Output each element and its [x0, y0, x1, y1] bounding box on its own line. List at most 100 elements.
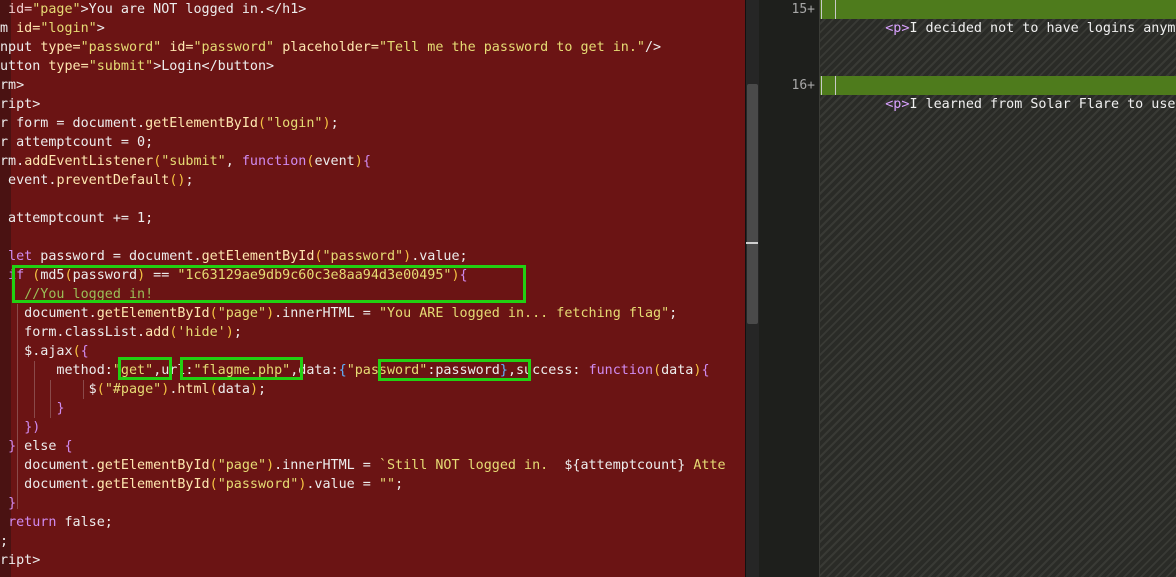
code-token: "Tell me the password to get in." [378, 40, 645, 55]
line-number-15: 15+ [770, 0, 815, 19]
code-token: 'hide' [177, 325, 226, 340]
code-token: "page" [32, 2, 81, 17]
code-token: } [56, 401, 65, 416]
code-token: ) [403, 249, 412, 264]
code-token: function [588, 363, 654, 378]
code-line[interactable]: } [0, 494, 16, 513]
code-line[interactable]: }) [0, 418, 40, 437]
added-text: I learned from Solar Flare to use ve [909, 97, 1176, 112]
code-token: { [64, 439, 73, 454]
code-token: rm. [0, 154, 25, 169]
code-line[interactable]: attemptcount += 1; [0, 209, 153, 228]
code-token: ( [209, 306, 218, 321]
code-line[interactable]: nput type="password" id="password" place… [0, 38, 661, 57]
code-line[interactable]: ; [0, 532, 8, 551]
code-token: Atte [685, 458, 726, 473]
code-token: () [169, 173, 186, 188]
code-token: type= [48, 59, 89, 74]
added-text: I decided not to have logins anymore [909, 21, 1176, 36]
code-token: document. [0, 306, 97, 321]
code-token: ; [0, 534, 9, 549]
code-token: "" [378, 477, 396, 492]
code-line[interactable]: $.ajax({ [0, 342, 89, 361]
code-line[interactable]: document.getElementById("page").innerHTM… [0, 456, 726, 475]
code-token: "password" [193, 40, 275, 55]
code-token: data [217, 382, 250, 397]
code-token: ) [266, 306, 275, 321]
highlight-get-method [118, 357, 172, 380]
code-token: /> [644, 40, 662, 55]
code-token: ( [96, 382, 105, 397]
code-token: ; [330, 116, 339, 131]
code-line[interactable]: form.classList.add('hide'); [0, 323, 242, 342]
code-line[interactable]: ript> [0, 95, 40, 114]
code-token: }) [24, 420, 41, 435]
code-token: .innerHTML = [274, 458, 379, 473]
code-line[interactable]: ript> [0, 551, 40, 570]
added-marker: + [807, 2, 815, 17]
code-token: } [8, 496, 17, 511]
code-line[interactable]: m id="login"> [0, 19, 105, 38]
code-line[interactable]: id="page">You are NOT logged in.</h1> [0, 0, 306, 19]
code-line[interactable]: $("#page").html(data); [0, 380, 266, 399]
code-token: >You are NOT logged in.</h1> [80, 2, 307, 17]
code-token: `Still NOT logged in. [378, 458, 565, 473]
code-line[interactable]: } [0, 399, 65, 418]
code-token: ; [233, 325, 242, 340]
code-token: ) [249, 382, 258, 397]
highlight-password-data [378, 359, 531, 381]
code-token: , [225, 154, 242, 169]
code-line[interactable]: let password = document.getElementById("… [0, 247, 468, 266]
code-token: "submit" [88, 59, 154, 74]
code-token: placeholder= [282, 40, 379, 55]
code-line[interactable]: document.getElementById("page").innerHTM… [0, 304, 677, 323]
diff-indent-bar [821, 0, 822, 19]
code-token: getElementById [96, 306, 210, 321]
left-editor-pane[interactable]: id="page">You are NOT logged in.</h1> m i… [0, 0, 759, 577]
code-token: "page" [217, 306, 267, 321]
code-token: attemptcount += 1; [0, 211, 154, 226]
added-line-16[interactable]: <p>I learned from Solar Flare to use ve [820, 76, 1176, 112]
code-token: password = document. [32, 249, 202, 264]
code-token: addEventListener [24, 154, 154, 169]
code-token: ( [209, 382, 218, 397]
code-token: let [8, 249, 33, 264]
code-token: rm> [0, 78, 25, 93]
code-line[interactable]: } else { [0, 437, 73, 456]
code-token: } [8, 439, 17, 454]
code-line[interactable]: r attemptcount = 0; [0, 133, 153, 152]
html-tag: <p> [885, 97, 910, 112]
code-token: document. [0, 458, 97, 473]
code-line[interactable]: event.preventDefault(); [0, 171, 193, 190]
code-line[interactable]: utton type="submit">Login</button> [0, 57, 274, 76]
code-line[interactable]: return false; [0, 513, 113, 532]
code-token: getElementById [201, 249, 315, 264]
indent-guide [17, 304, 18, 509]
code-token: ) [354, 154, 363, 169]
code-token: function [241, 154, 307, 169]
diff-indent-bar [835, 0, 836, 19]
code-token: ( [258, 116, 267, 131]
code-line[interactable]: method:"get",url:"flagme.php",data:{"pas… [0, 361, 709, 380]
code-line[interactable]: document.getElementById("password").valu… [0, 475, 403, 494]
code-token: form.classList. [0, 325, 146, 340]
diff-indent-bar [835, 76, 836, 95]
code-line[interactable]: rm.addEventListener("submit", function(e… [0, 152, 371, 171]
added-line-15[interactable]: <p>I decided not to have logins anymore [820, 0, 1176, 36]
code-token: ript> [0, 553, 41, 568]
code-token: ) [322, 116, 331, 131]
code-token: ( [653, 363, 662, 378]
code-line[interactable]: r form = document.getElementById("login"… [0, 114, 339, 133]
right-diff-pane[interactable]: <p>I decided not to have logins anymore … [819, 0, 1176, 577]
left-scrollbar-thumb[interactable] [747, 84, 758, 324]
highlight-flagme-url [180, 357, 303, 380]
code-line[interactable]: rm> [0, 76, 24, 95]
code-token: "login" [266, 116, 323, 131]
code-token: ) [266, 458, 275, 473]
